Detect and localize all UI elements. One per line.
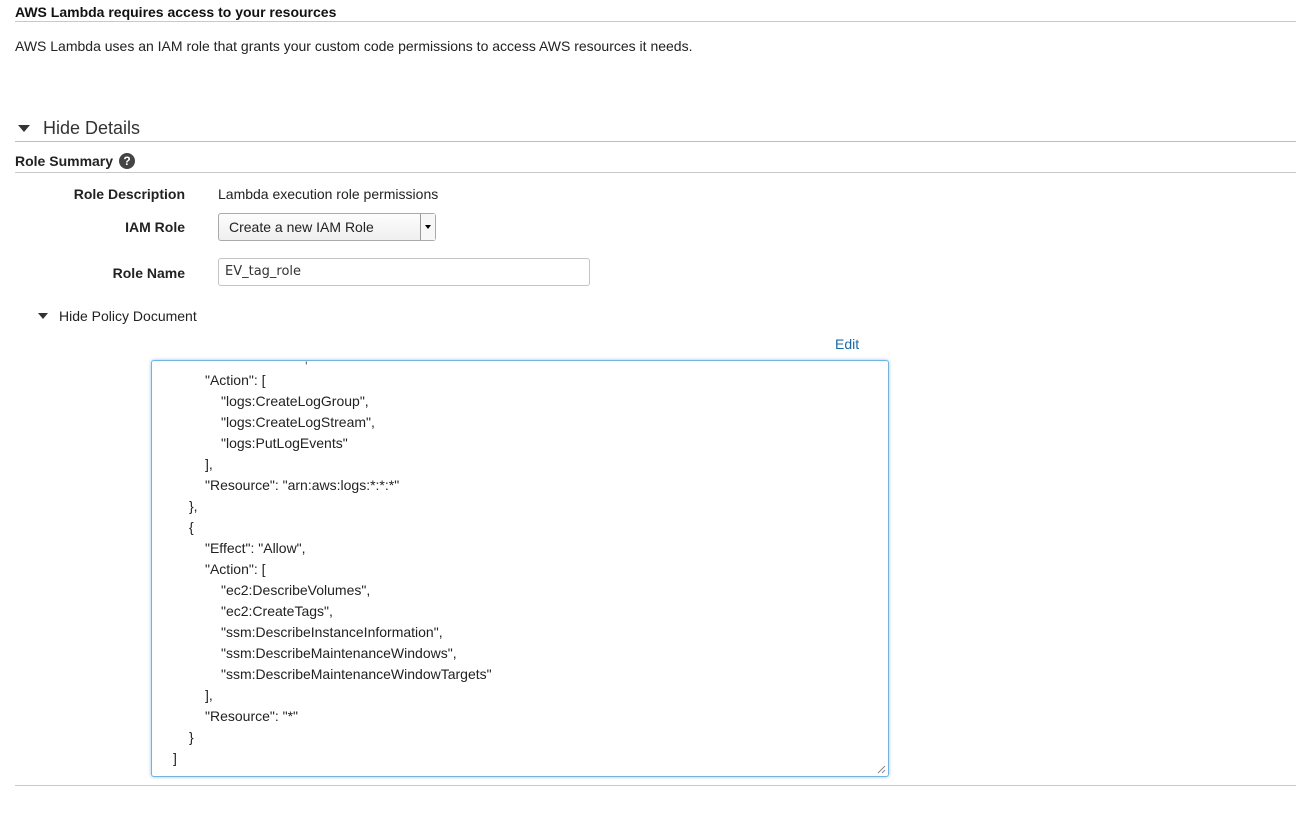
iam-role-selected-value: Create a new IAM Role	[229, 219, 374, 235]
hide-details-label: Hide Details	[43, 118, 141, 138]
triangle-down-icon	[38, 313, 48, 319]
role-summary-header: Role Summary ?	[15, 153, 136, 169]
code-line: "Resource": "arn:aws:logs:*:*:*"	[205, 477, 400, 493]
code-line: ],	[205, 687, 213, 703]
code-line: "Resource": "*"	[205, 708, 299, 724]
policy-document-editor[interactable]: ' "Action": [ "logs:CreateLogGroup", "lo…	[151, 360, 889, 777]
code-line: "ssm:DescribeMaintenanceWindowTargets"	[221, 666, 492, 682]
code-line: "Effect": "Allow",	[205, 540, 306, 556]
role-description-value: Lambda execution role permissions	[218, 186, 439, 202]
section-description: AWS Lambda uses an IAM role that grants …	[15, 38, 693, 54]
divider	[15, 21, 1296, 22]
role-name-input[interactable]: EV_tag_role	[218, 258, 590, 286]
iam-role-label: IAM Role	[125, 219, 185, 235]
code-line: "ssm:DescribeInstanceInformation",	[221, 624, 443, 640]
resize-grip-icon[interactable]	[876, 764, 886, 774]
code-line: "Action": [	[205, 372, 266, 388]
code-line: ]	[173, 750, 177, 766]
divider	[15, 141, 1296, 142]
code-line: "Action": [	[205, 561, 266, 577]
edit-policy-link[interactable]: Edit	[835, 336, 859, 352]
code-line: "logs:PutLogEvents"	[221, 435, 348, 451]
code-line: "logs:CreateLogStream",	[221, 414, 375, 430]
code-line: "ssm:DescribeMaintenanceWindows",	[221, 645, 457, 661]
hide-details-toggle[interactable]: Hide Details	[15, 118, 140, 139]
help-icon[interactable]: ?	[119, 153, 136, 169]
divider	[15, 172, 1296, 173]
iam-role-select[interactable]: Create a new IAM Role	[218, 213, 436, 241]
scroll-cut-mark: '	[305, 360, 308, 374]
role-summary-title: Role Summary	[15, 153, 114, 169]
code-line: "logs:CreateLogGroup",	[221, 393, 369, 409]
code-line: "ec2:CreateTags",	[221, 603, 333, 619]
code-line: },	[189, 498, 198, 514]
code-line: }	[189, 729, 194, 745]
divider	[15, 785, 1296, 786]
role-name-label: Role Name	[112, 265, 185, 281]
section-title: AWS Lambda requires access to your resou…	[15, 4, 337, 20]
hide-policy-document-toggle[interactable]: Hide Policy Document	[38, 308, 197, 324]
dropdown-caret-icon	[420, 214, 435, 240]
hide-policy-document-label: Hide Policy Document	[59, 308, 197, 324]
triangle-down-icon	[18, 125, 30, 132]
code-line: "ec2:DescribeVolumes",	[221, 582, 371, 598]
role-description-label: Role Description	[73, 186, 185, 202]
code-line: ],	[205, 456, 213, 472]
code-line: {	[189, 519, 194, 535]
